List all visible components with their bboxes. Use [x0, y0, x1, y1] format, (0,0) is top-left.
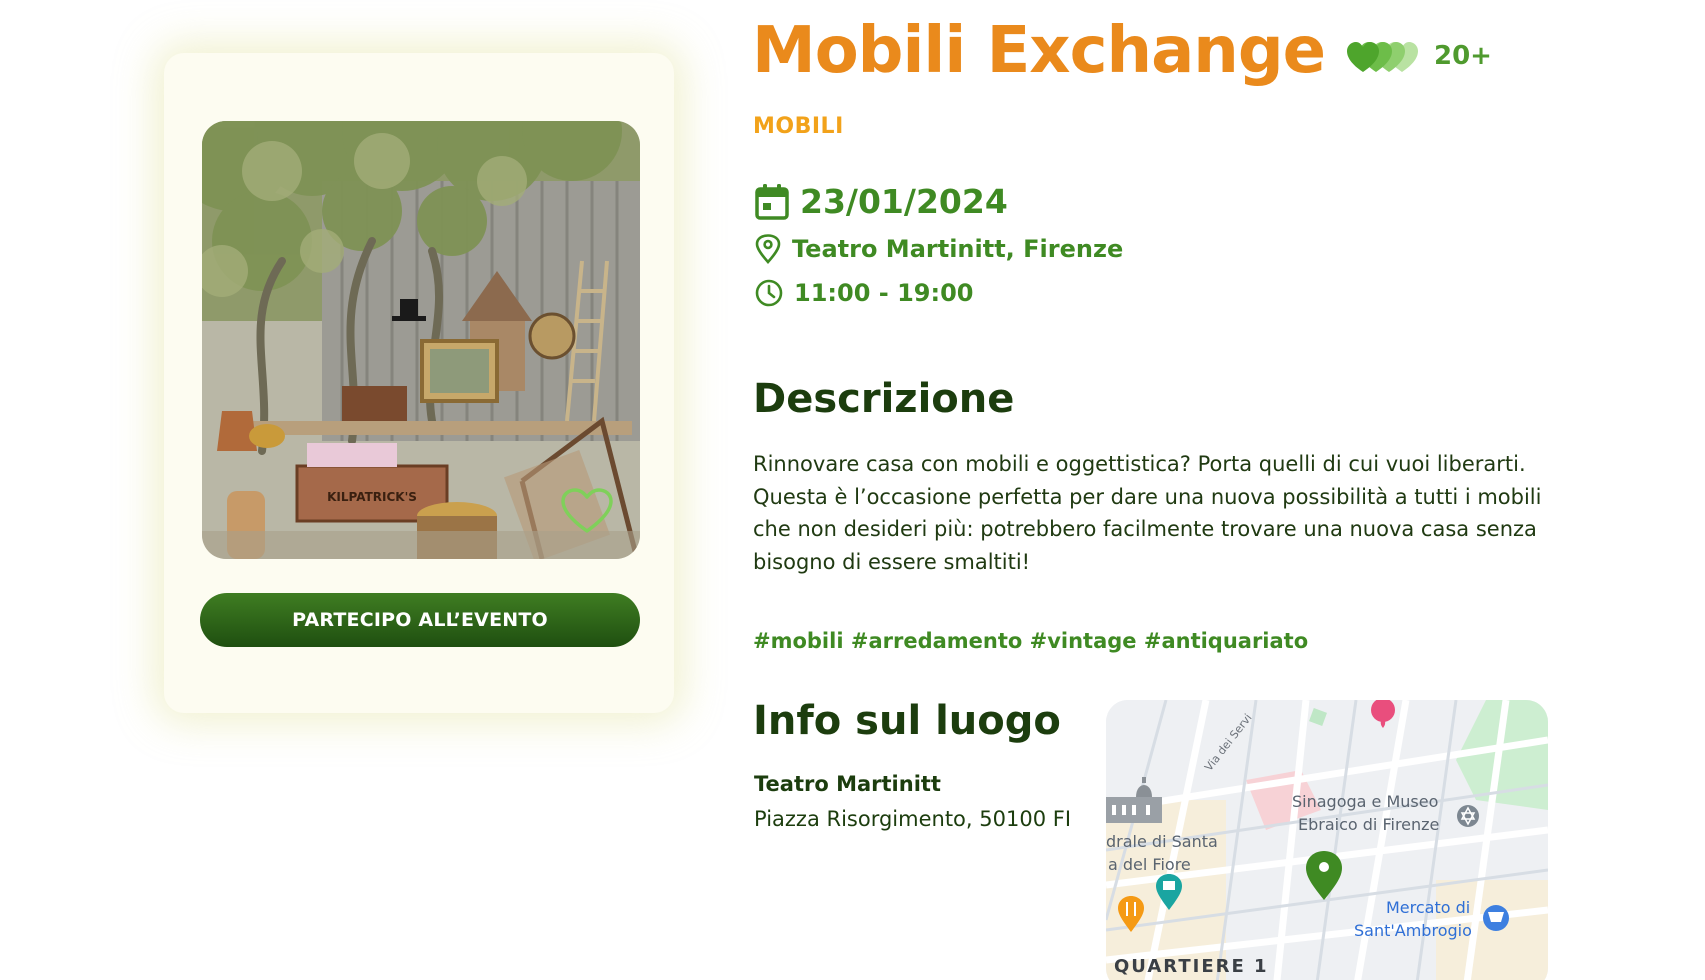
event-time-value: 11:00 - 19:00 — [794, 279, 974, 307]
event-category: MOBILI — [753, 114, 844, 139]
map-pin-icon — [755, 234, 781, 264]
venue-address: Piazza Risorgimento, 50100 FI — [754, 807, 1072, 831]
map-market-label-2: Sant'Ambrogio — [1354, 921, 1472, 940]
map-market-label-1: Mercato di — [1386, 898, 1471, 917]
crate-sign: KILPATRICK'S — [327, 490, 417, 504]
venue-name: Teatro Martinitt — [754, 772, 941, 796]
map-synagogue-label-2: Ebraico di Firenze — [1298, 815, 1440, 834]
description-text: Rinnovare casa con mobili e oggettistica… — [753, 452, 1542, 574]
event-location-value: Teatro Martinitt, Firenze — [792, 235, 1124, 263]
event-tags[interactable]: #mobili #arredamento #vintage #antiquari… — [753, 629, 1308, 653]
event-photo: KILPATRICK'S — [202, 121, 640, 559]
attend-event-button[interactable]: PARTECIPO ALL’EVENTO — [200, 593, 640, 647]
likes-count: 20+ — [1434, 41, 1492, 71]
venue-heading: Info sul luogo — [753, 698, 1061, 744]
event-date: 23/01/2024 — [754, 182, 1008, 221]
heart-outline-icon[interactable] — [560, 487, 614, 535]
map-cathedral-label-2: a del Fiore — [1108, 855, 1191, 874]
event-date-value: 23/01/2024 — [800, 182, 1008, 221]
event-location: Teatro Martinitt, Firenze — [754, 234, 1123, 264]
map-district-label: QUARTIERE 1 — [1114, 956, 1269, 977]
map-synagogue-label-1: Sinagoga e Museo — [1292, 792, 1439, 811]
map-cathedral-label-1: drale di Santa — [1106, 832, 1218, 851]
venue-map[interactable]: Via dei Servi Sinagoga e Museo Ebraico d… — [1106, 700, 1548, 980]
event-card: KILPATRICK'S PARTECIPO ALL’EVENTO — [164, 53, 674, 713]
event-time: 11:00 - 19:00 — [754, 278, 973, 308]
hearts-stack-icon — [1347, 42, 1418, 72]
clock-icon — [755, 279, 783, 307]
likes-indicator[interactable]: 20+ — [1344, 36, 1492, 76]
event-title: Mobili Exchange — [752, 14, 1326, 88]
calendar-icon — [755, 183, 789, 220]
description-heading: Descrizione — [753, 376, 1015, 422]
